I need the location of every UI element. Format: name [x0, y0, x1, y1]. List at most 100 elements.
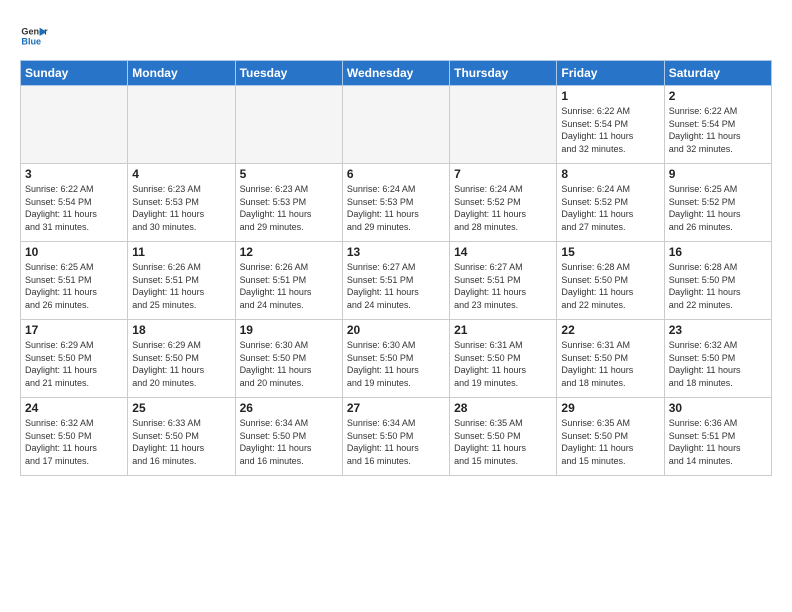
day-number: 6 [347, 167, 445, 181]
day-number: 10 [25, 245, 123, 259]
day-number: 21 [454, 323, 552, 337]
day-info: Sunrise: 6:22 AM Sunset: 5:54 PM Dayligh… [25, 183, 123, 233]
day-header-sunday: Sunday [21, 61, 128, 86]
calendar-cell: 22 Sunrise: 6:31 AM Sunset: 5:50 PM Dayli… [557, 320, 664, 398]
day-info: Sunrise: 6:22 AM Sunset: 5:54 PM Dayligh… [669, 105, 767, 155]
day-number: 11 [132, 245, 230, 259]
svg-text:Blue: Blue [21, 36, 41, 46]
day-header-saturday: Saturday [664, 61, 771, 86]
calendar-cell: 16 Sunrise: 6:28 AM Sunset: 5:50 PM Dayli… [664, 242, 771, 320]
day-number: 7 [454, 167, 552, 181]
day-header-tuesday: Tuesday [235, 61, 342, 86]
calendar-cell: 11 Sunrise: 6:26 AM Sunset: 5:51 PM Dayli… [128, 242, 235, 320]
calendar-cell [235, 86, 342, 164]
day-number: 1 [561, 89, 659, 103]
day-info: Sunrise: 6:36 AM Sunset: 5:51 PM Dayligh… [669, 417, 767, 467]
calendar-cell: 17 Sunrise: 6:29 AM Sunset: 5:50 PM Dayli… [21, 320, 128, 398]
day-number: 19 [240, 323, 338, 337]
calendar-cell: 5 Sunrise: 6:23 AM Sunset: 5:53 PM Daylig… [235, 164, 342, 242]
calendar-cell: 26 Sunrise: 6:34 AM Sunset: 5:50 PM Dayli… [235, 398, 342, 476]
calendar-cell: 3 Sunrise: 6:22 AM Sunset: 5:54 PM Daylig… [21, 164, 128, 242]
day-number: 18 [132, 323, 230, 337]
day-info: Sunrise: 6:29 AM Sunset: 5:50 PM Dayligh… [132, 339, 230, 389]
calendar-cell [21, 86, 128, 164]
day-info: Sunrise: 6:24 AM Sunset: 5:52 PM Dayligh… [561, 183, 659, 233]
day-number: 9 [669, 167, 767, 181]
day-info: Sunrise: 6:27 AM Sunset: 5:51 PM Dayligh… [347, 261, 445, 311]
calendar-cell: 7 Sunrise: 6:24 AM Sunset: 5:52 PM Daylig… [450, 164, 557, 242]
day-info: Sunrise: 6:27 AM Sunset: 5:51 PM Dayligh… [454, 261, 552, 311]
calendar-cell [128, 86, 235, 164]
calendar-cell: 28Sunrise: 6:35 AM Sunset: 5:50 PM Dayli… [450, 398, 557, 476]
day-number: 12 [240, 245, 338, 259]
day-number: 25 [132, 401, 230, 415]
day-info: Sunrise: 6:30 AM Sunset: 5:50 PM Dayligh… [347, 339, 445, 389]
day-number: 30 [669, 401, 767, 415]
day-info: Sunrise: 6:34 AM Sunset: 5:50 PM Dayligh… [240, 417, 338, 467]
logo: General Blue [20, 22, 50, 50]
day-number: 5 [240, 167, 338, 181]
calendar-week-row: 1 Sunrise: 6:22 AM Sunset: 5:54 PM Daylig… [21, 86, 772, 164]
day-info: Sunrise: 6:22 AM Sunset: 5:54 PM Dayligh… [561, 105, 659, 155]
header: General Blue [20, 16, 772, 50]
day-info: Sunrise: 6:31 AM Sunset: 5:50 PM Dayligh… [454, 339, 552, 389]
calendar-week-row: 10 Sunrise: 6:25 AM Sunset: 5:51 PM Dayli… [21, 242, 772, 320]
calendar-cell: 6 Sunrise: 6:24 AM Sunset: 5:53 PM Daylig… [342, 164, 449, 242]
calendar-cell: 4Sunrise: 6:23 AM Sunset: 5:53 PM Daylig… [128, 164, 235, 242]
day-number: 27 [347, 401, 445, 415]
day-info: Sunrise: 6:25 AM Sunset: 5:52 PM Dayligh… [669, 183, 767, 233]
calendar-cell: 13 Sunrise: 6:27 AM Sunset: 5:51 PM Dayli… [342, 242, 449, 320]
calendar-cell: 19Sunrise: 6:30 AM Sunset: 5:50 PM Dayli… [235, 320, 342, 398]
day-info: Sunrise: 6:33 AM Sunset: 5:50 PM Dayligh… [132, 417, 230, 467]
day-header-friday: Friday [557, 61, 664, 86]
calendar: SundayMondayTuesdayWednesdayThursdayFrid… [20, 60, 772, 476]
calendar-cell: 1 Sunrise: 6:22 AM Sunset: 5:54 PM Daylig… [557, 86, 664, 164]
day-number: 24 [25, 401, 123, 415]
calendar-cell: 29 Sunrise: 6:35 AM Sunset: 5:50 PM Dayli… [557, 398, 664, 476]
day-number: 22 [561, 323, 659, 337]
day-number: 16 [669, 245, 767, 259]
day-info: Sunrise: 6:23 AM Sunset: 5:53 PM Dayligh… [240, 183, 338, 233]
calendar-cell: 12 Sunrise: 6:26 AM Sunset: 5:51 PM Dayli… [235, 242, 342, 320]
calendar-cell: 8 Sunrise: 6:24 AM Sunset: 5:52 PM Daylig… [557, 164, 664, 242]
day-header-thursday: Thursday [450, 61, 557, 86]
calendar-cell: 25 Sunrise: 6:33 AM Sunset: 5:50 PM Dayli… [128, 398, 235, 476]
day-number: 26 [240, 401, 338, 415]
day-info: Sunrise: 6:24 AM Sunset: 5:53 PM Dayligh… [347, 183, 445, 233]
day-number: 29 [561, 401, 659, 415]
day-info: Sunrise: 6:26 AM Sunset: 5:51 PM Dayligh… [132, 261, 230, 311]
day-number: 14 [454, 245, 552, 259]
calendar-cell: 30 Sunrise: 6:36 AM Sunset: 5:51 PM Dayli… [664, 398, 771, 476]
day-number: 2 [669, 89, 767, 103]
calendar-cell: 20 Sunrise: 6:30 AM Sunset: 5:50 PM Dayli… [342, 320, 449, 398]
day-info: Sunrise: 6:26 AM Sunset: 5:51 PM Dayligh… [240, 261, 338, 311]
day-number: 17 [25, 323, 123, 337]
day-info: Sunrise: 6:31 AM Sunset: 5:50 PM Dayligh… [561, 339, 659, 389]
calendar-cell: 15Sunrise: 6:28 AM Sunset: 5:50 PM Dayli… [557, 242, 664, 320]
calendar-cell: 9 Sunrise: 6:25 AM Sunset: 5:52 PM Daylig… [664, 164, 771, 242]
calendar-cell: 27 Sunrise: 6:34 AM Sunset: 5:50 PM Dayli… [342, 398, 449, 476]
day-number: 3 [25, 167, 123, 181]
day-number: 13 [347, 245, 445, 259]
page: General Blue SundayMondayTuesdayWednesda… [0, 0, 792, 496]
day-info: Sunrise: 6:25 AM Sunset: 5:51 PM Dayligh… [25, 261, 123, 311]
calendar-header-row: SundayMondayTuesdayWednesdayThursdayFrid… [21, 61, 772, 86]
calendar-cell: 10 Sunrise: 6:25 AM Sunset: 5:51 PM Dayli… [21, 242, 128, 320]
day-number: 28 [454, 401, 552, 415]
calendar-week-row: 3 Sunrise: 6:22 AM Sunset: 5:54 PM Daylig… [21, 164, 772, 242]
day-info: Sunrise: 6:35 AM Sunset: 5:50 PM Dayligh… [561, 417, 659, 467]
day-info: Sunrise: 6:28 AM Sunset: 5:50 PM Dayligh… [669, 261, 767, 311]
day-number: 20 [347, 323, 445, 337]
day-info: Sunrise: 6:32 AM Sunset: 5:50 PM Dayligh… [669, 339, 767, 389]
day-info: Sunrise: 6:24 AM Sunset: 5:52 PM Dayligh… [454, 183, 552, 233]
day-info: Sunrise: 6:23 AM Sunset: 5:53 PM Dayligh… [132, 183, 230, 233]
calendar-cell: 23Sunrise: 6:32 AM Sunset: 5:50 PM Dayli… [664, 320, 771, 398]
day-header-wednesday: Wednesday [342, 61, 449, 86]
day-number: 15 [561, 245, 659, 259]
calendar-cell: 14 Sunrise: 6:27 AM Sunset: 5:51 PM Dayli… [450, 242, 557, 320]
day-number: 8 [561, 167, 659, 181]
calendar-cell: 2 Sunrise: 6:22 AM Sunset: 5:54 PM Daylig… [664, 86, 771, 164]
day-info: Sunrise: 6:34 AM Sunset: 5:50 PM Dayligh… [347, 417, 445, 467]
calendar-cell: 24Sunrise: 6:32 AM Sunset: 5:50 PM Dayli… [21, 398, 128, 476]
day-info: Sunrise: 6:29 AM Sunset: 5:50 PM Dayligh… [25, 339, 123, 389]
